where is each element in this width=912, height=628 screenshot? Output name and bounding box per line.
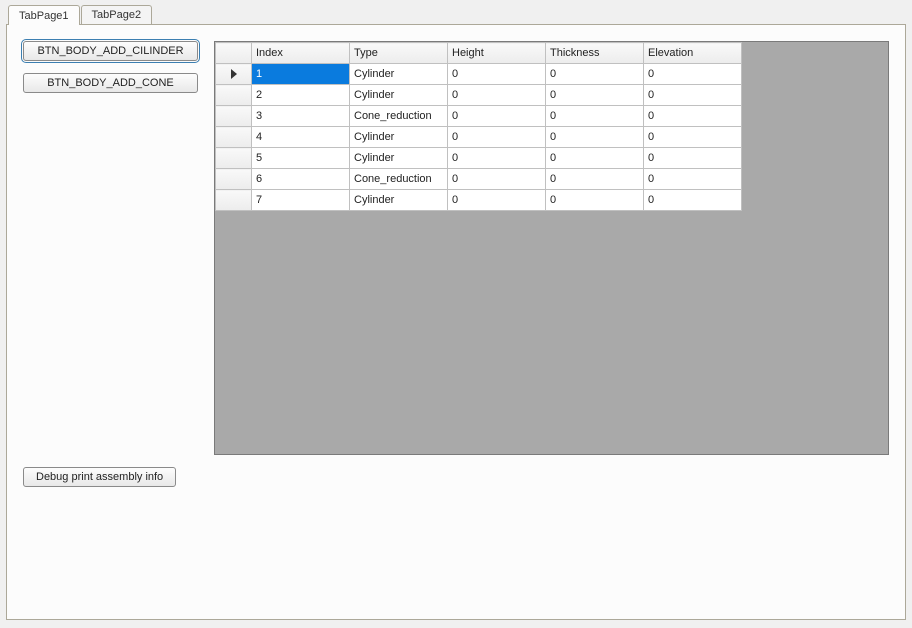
cell-index[interactable]: 2 bbox=[252, 85, 350, 106]
table-row: 5Cylinder000 bbox=[216, 148, 742, 169]
table-row: 3Cone_reduction000 bbox=[216, 106, 742, 127]
cell-elevation[interactable]: 0 bbox=[644, 106, 742, 127]
row-header[interactable] bbox=[216, 169, 252, 190]
cell-height[interactable]: 0 bbox=[448, 190, 546, 211]
cell-type[interactable]: Cylinder bbox=[350, 85, 448, 106]
cell-index[interactable]: 1 bbox=[252, 64, 350, 85]
cell-elevation[interactable]: 0 bbox=[644, 85, 742, 106]
tab-strip: TabPage1 TabPage2 bbox=[0, 2, 912, 24]
grid-corner-header[interactable] bbox=[216, 43, 252, 64]
col-header-elevation[interactable]: Elevation bbox=[644, 43, 742, 64]
table-row: 4Cylinder000 bbox=[216, 127, 742, 148]
cell-elevation[interactable]: 0 bbox=[644, 148, 742, 169]
left-panel: BTN_BODY_ADD_CILINDER BTN_BODY_ADD_CONE bbox=[23, 41, 198, 93]
grid-header-row: Index Type Height Thickness Elevation bbox=[216, 43, 742, 64]
cell-height[interactable]: 0 bbox=[448, 127, 546, 148]
cell-index[interactable]: 6 bbox=[252, 169, 350, 190]
cell-elevation[interactable]: 0 bbox=[644, 127, 742, 148]
grid-table: Index Type Height Thickness Elevation 1C… bbox=[215, 42, 742, 211]
add-cone-button[interactable]: BTN_BODY_ADD_CONE bbox=[23, 73, 198, 93]
tab-tabpage1[interactable]: TabPage1 bbox=[8, 5, 80, 25]
row-header[interactable] bbox=[216, 148, 252, 169]
cell-height[interactable]: 0 bbox=[448, 64, 546, 85]
cell-thickness[interactable]: 0 bbox=[546, 106, 644, 127]
tab-tabpage2[interactable]: TabPage2 bbox=[81, 5, 153, 24]
cell-height[interactable]: 0 bbox=[448, 169, 546, 190]
col-header-index[interactable]: Index bbox=[252, 43, 350, 64]
row-header[interactable] bbox=[216, 106, 252, 127]
cell-height[interactable]: 0 bbox=[448, 106, 546, 127]
col-header-type[interactable]: Type bbox=[350, 43, 448, 64]
tab-page-1: BTN_BODY_ADD_CILINDER BTN_BODY_ADD_CONE … bbox=[6, 24, 906, 620]
cell-index[interactable]: 7 bbox=[252, 190, 350, 211]
cell-thickness[interactable]: 0 bbox=[546, 190, 644, 211]
cell-type[interactable]: Cylinder bbox=[350, 148, 448, 169]
cell-index[interactable]: 5 bbox=[252, 148, 350, 169]
add-cylinder-button[interactable]: BTN_BODY_ADD_CILINDER bbox=[23, 41, 198, 61]
col-header-height[interactable]: Height bbox=[448, 43, 546, 64]
table-row: 6Cone_reduction000 bbox=[216, 169, 742, 190]
cell-index[interactable]: 3 bbox=[252, 106, 350, 127]
row-header[interactable] bbox=[216, 64, 252, 85]
cell-type[interactable]: Cone_reduction bbox=[350, 169, 448, 190]
cell-elevation[interactable]: 0 bbox=[644, 190, 742, 211]
row-header[interactable] bbox=[216, 190, 252, 211]
cell-thickness[interactable]: 0 bbox=[546, 64, 644, 85]
table-row: 7Cylinder000 bbox=[216, 190, 742, 211]
bottom-panel: Debug print assembly info bbox=[23, 467, 889, 487]
cell-thickness[interactable]: 0 bbox=[546, 85, 644, 106]
cell-height[interactable]: 0 bbox=[448, 148, 546, 169]
cell-elevation[interactable]: 0 bbox=[644, 169, 742, 190]
debug-print-button[interactable]: Debug print assembly info bbox=[23, 467, 176, 487]
cell-thickness[interactable]: 0 bbox=[546, 148, 644, 169]
tab-control: TabPage1 TabPage2 BTN_BODY_ADD_CILINDER … bbox=[0, 0, 912, 620]
table-row: 2Cylinder000 bbox=[216, 85, 742, 106]
col-header-thickness[interactable]: Thickness bbox=[546, 43, 644, 64]
cell-type[interactable]: Cylinder bbox=[350, 127, 448, 148]
cell-type[interactable]: Cone_reduction bbox=[350, 106, 448, 127]
content-row: BTN_BODY_ADD_CILINDER BTN_BODY_ADD_CONE … bbox=[23, 41, 889, 455]
current-row-indicator-icon bbox=[231, 69, 237, 79]
cell-elevation[interactable]: 0 bbox=[644, 64, 742, 85]
grid-body: 1Cylinder0002Cylinder0003Cone_reduction0… bbox=[216, 64, 742, 211]
cell-index[interactable]: 4 bbox=[252, 127, 350, 148]
cell-type[interactable]: Cylinder bbox=[350, 64, 448, 85]
row-header[interactable] bbox=[216, 127, 252, 148]
datagridview[interactable]: Index Type Height Thickness Elevation 1C… bbox=[214, 41, 889, 455]
cell-type[interactable]: Cylinder bbox=[350, 190, 448, 211]
row-header[interactable] bbox=[216, 85, 252, 106]
cell-thickness[interactable]: 0 bbox=[546, 169, 644, 190]
cell-height[interactable]: 0 bbox=[448, 85, 546, 106]
cell-thickness[interactable]: 0 bbox=[546, 127, 644, 148]
table-row: 1Cylinder000 bbox=[216, 64, 742, 85]
